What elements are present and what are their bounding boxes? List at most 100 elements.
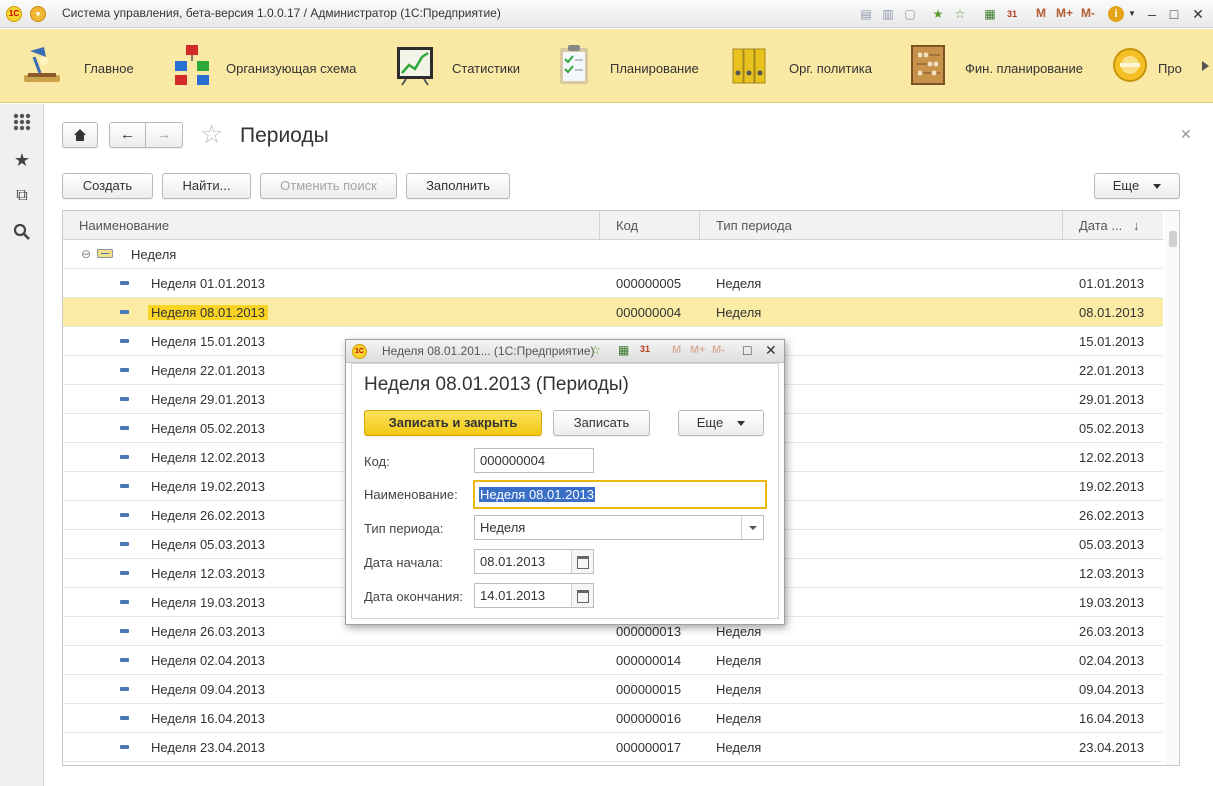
sort-desc-icon: ↓	[1133, 218, 1140, 233]
table-row[interactable]: Неделя 16.04.2013 000000016 Неделя 16.04.20…	[63, 704, 1163, 733]
start-date-label: Дата начала:	[364, 555, 443, 570]
calendar-icon[interactable]: 31	[640, 344, 650, 354]
info-dropdown-icon[interactable]: ▼	[1124, 6, 1140, 22]
memory-minus-button[interactable]: M-	[712, 344, 725, 356]
print-icon[interactable]: ▥	[880, 6, 896, 22]
row-period-type: Неделя	[716, 740, 762, 755]
scroll-thumb[interactable]	[1169, 231, 1177, 247]
app-logo-icon: 1С	[6, 6, 22, 22]
forward-button[interactable]: →	[145, 122, 183, 148]
start-date-field[interactable]: 08.01.2013	[474, 549, 594, 574]
clipboard-icon	[560, 45, 588, 84]
calculator-icon[interactable]: ▦	[618, 343, 629, 357]
table-row[interactable]: Неделя 09.04.2013 000000015 Неделя 09.04.20…	[63, 675, 1163, 704]
memory-m-button[interactable]: M	[1036, 6, 1046, 20]
more-button[interactable]: Еще	[1094, 173, 1180, 199]
preview-icon[interactable]: ▢	[902, 6, 918, 22]
memory-minus-button[interactable]: M-	[1081, 6, 1095, 20]
row-period-type: Неделя	[716, 305, 762, 320]
memory-plus-button[interactable]: M+	[1056, 6, 1073, 20]
apps-grid-icon[interactable]	[12, 112, 32, 132]
add-favorite-icon[interactable]: ★	[930, 6, 946, 22]
create-button[interactable]: Создать	[62, 173, 153, 199]
section-planning[interactable]: Планирование	[548, 29, 713, 103]
row-name: Неделя 19.03.2013	[151, 595, 266, 610]
back-button[interactable]: ←	[109, 122, 146, 148]
item-icon	[120, 687, 129, 691]
section-other[interactable]: Про	[1108, 29, 1213, 103]
column-date[interactable]: Дата ... ↓	[1063, 211, 1163, 240]
search-icon[interactable]	[12, 222, 32, 242]
favorites-icon[interactable]: ☆	[952, 6, 968, 22]
dialog-title-bar: 1С Неделя 08.01.201... (1С:Предприятие) …	[346, 340, 784, 363]
close-dialog-button[interactable]: ✕	[765, 342, 777, 359]
section-org-chart[interactable]: Организующая схема	[165, 29, 375, 103]
row-code: 000000015	[616, 682, 682, 697]
vertical-scrollbar[interactable]	[1165, 211, 1179, 765]
save-and-close-button[interactable]: Записать и закрыть	[364, 410, 542, 436]
table-header: Наименование Код Тип периода Дата ... ↓	[63, 211, 1163, 240]
calculator-icon[interactable]: ▦	[982, 6, 998, 22]
favorite-star-icon[interactable]: ☆	[200, 119, 223, 150]
memory-m-button[interactable]: M	[672, 344, 681, 356]
period-type-select[interactable]: Неделя	[474, 515, 764, 540]
section-statistics[interactable]: Статистики	[390, 29, 540, 103]
row-date: 22.01.2013	[1079, 363, 1145, 378]
cancel-search-button[interactable]: Отменить поиск	[260, 173, 397, 199]
group-row[interactable]: ⊖ Неделя	[63, 240, 1163, 269]
main-menu-icon[interactable]: ▾	[30, 6, 46, 22]
more-label: Еще	[696, 415, 724, 430]
column-period-type[interactable]: Тип периода	[700, 211, 1063, 240]
scroll-right-icon[interactable]	[1202, 61, 1209, 71]
column-date-label: Дата ...	[1079, 218, 1123, 233]
close-page-icon[interactable]: ✕	[1180, 126, 1192, 143]
column-name[interactable]: Наименование	[63, 211, 600, 240]
fill-button[interactable]: Заполнить	[406, 173, 510, 199]
period-type-label: Тип периода:	[364, 521, 444, 536]
section-org-policy[interactable]: Орг. политика	[727, 29, 897, 103]
row-code: 000000014	[616, 653, 682, 668]
chevron-down-icon	[737, 421, 746, 427]
row-name: Неделя 09.04.2013	[151, 682, 266, 697]
row-date: 26.02.2013	[1079, 508, 1145, 523]
table-row[interactable]: Неделя 02.04.2013 000000014 Неделя 02.04.20…	[63, 646, 1163, 675]
close-window-button[interactable]: ✕	[1188, 4, 1208, 24]
minimize-button[interactable]: –	[1142, 4, 1162, 24]
chevron-down-icon	[1153, 184, 1162, 190]
code-field[interactable]: 000000004	[474, 448, 594, 473]
table-row[interactable]: Неделя 23.04.2013 000000017 Неделя 23.04.20…	[63, 733, 1163, 762]
group-label: Неделя	[131, 247, 177, 262]
save-button[interactable]: Записать	[553, 410, 650, 436]
column-code[interactable]: Код	[600, 211, 700, 240]
save-icon[interactable]: ▤	[858, 6, 874, 22]
section-main[interactable]: Главное	[0, 29, 150, 103]
info-icon[interactable]: i	[1108, 6, 1124, 22]
collapse-toggle-icon[interactable]: ⊖	[81, 240, 91, 269]
find-button[interactable]: Найти...	[162, 173, 251, 199]
row-date: 05.02.2013	[1079, 421, 1145, 436]
table-row[interactable]: Неделя 08.01.2013 000000004 Неделя 08.01.20…	[63, 298, 1163, 327]
section-fin-planning[interactable]: Фин. планирование	[905, 29, 1100, 103]
dialog-more-button[interactable]: Еще	[678, 410, 764, 436]
table-row[interactable]: Неделя 01.01.2013 000000005 Неделя 01.01.20…	[63, 269, 1163, 298]
row-date: 23.04.2013	[1079, 740, 1145, 755]
name-label: Наименование:	[364, 487, 458, 502]
memory-plus-button[interactable]: M+	[690, 344, 706, 356]
calendar-icon[interactable]	[571, 584, 593, 607]
maximize-button[interactable]: □	[1164, 4, 1184, 24]
row-name: Неделя 26.03.2013	[151, 624, 266, 639]
favorites-star-icon[interactable]: ★	[12, 150, 32, 170]
history-icon[interactable]: ⧉	[12, 186, 32, 206]
item-icon	[120, 455, 129, 459]
dropdown-button[interactable]	[741, 516, 763, 539]
calendar-icon[interactable]	[571, 550, 593, 573]
section-label: Планирование	[610, 61, 699, 76]
row-name: Неделя 16.04.2013	[151, 711, 266, 726]
end-date-field[interactable]: 14.01.2013	[474, 583, 594, 608]
calendar-icon[interactable]: 31	[1004, 6, 1020, 22]
maximize-button[interactable]: □	[743, 342, 751, 358]
name-field[interactable]: Неделя 08.01.2013	[473, 480, 767, 509]
section-label: Фин. планирование	[965, 61, 1083, 76]
favorites-icon[interactable]: ☆	[590, 343, 601, 357]
home-button[interactable]	[62, 122, 98, 148]
